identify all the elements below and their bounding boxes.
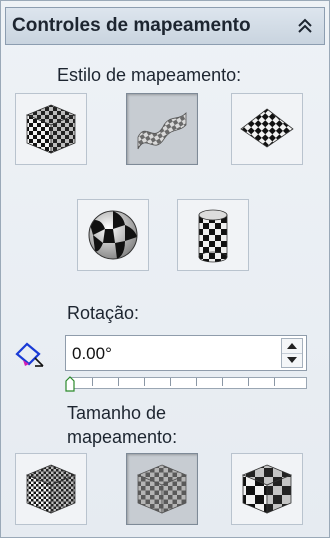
rotation-label: Rotação:	[67, 303, 140, 323]
style-cube-button[interactable]	[15, 93, 87, 165]
style-cylinder-button[interactable]	[177, 199, 249, 271]
spin-buttons	[281, 338, 303, 368]
checker-cube-icon	[25, 104, 77, 154]
checker-plane-icon	[240, 108, 294, 148]
style-surface-button[interactable]	[126, 93, 198, 165]
checker-cube-large-icon	[241, 464, 293, 514]
size-medium-button[interactable]	[126, 453, 198, 525]
style-sphere-button[interactable]	[77, 199, 149, 271]
style-plane-button[interactable]	[231, 93, 303, 165]
slider-track[interactable]	[69, 377, 307, 389]
checker-cube-medium-icon	[136, 464, 188, 514]
spin-up-button[interactable]	[282, 339, 302, 354]
mapping-controls-panel: Controles de mapeamento Estilo de mapeam…	[0, 0, 330, 538]
panel-title: Controles de mapeamento	[12, 15, 251, 36]
checker-cube-small-icon	[25, 464, 77, 514]
triangle-down-icon	[287, 357, 297, 363]
triangle-up-icon	[287, 343, 297, 349]
size-small-button[interactable]	[15, 453, 87, 525]
rotation-spin-field[interactable]: 0.00°	[65, 335, 307, 371]
mapping-style-label: Estilo de mapeamento:	[57, 65, 242, 85]
panel-header[interactable]: Controles de mapeamento	[5, 7, 325, 45]
double-chevron-up-icon[interactable]	[292, 13, 318, 39]
checker-surface-icon	[137, 112, 187, 150]
rotation-value[interactable]: 0.00°	[72, 344, 112, 364]
mapping-size-label-line1: Tamanho de	[67, 403, 167, 423]
rotate-diamond-icon	[15, 342, 44, 367]
checker-sphere-icon	[88, 210, 138, 260]
mapping-size-label-line2: mapeamento:	[67, 427, 178, 447]
size-large-button[interactable]	[231, 453, 303, 525]
spin-down-button[interactable]	[282, 353, 302, 367]
slider-thumb[interactable]	[65, 376, 75, 392]
checker-cylinder-icon	[198, 209, 228, 263]
rotation-slider[interactable]	[65, 375, 307, 393]
